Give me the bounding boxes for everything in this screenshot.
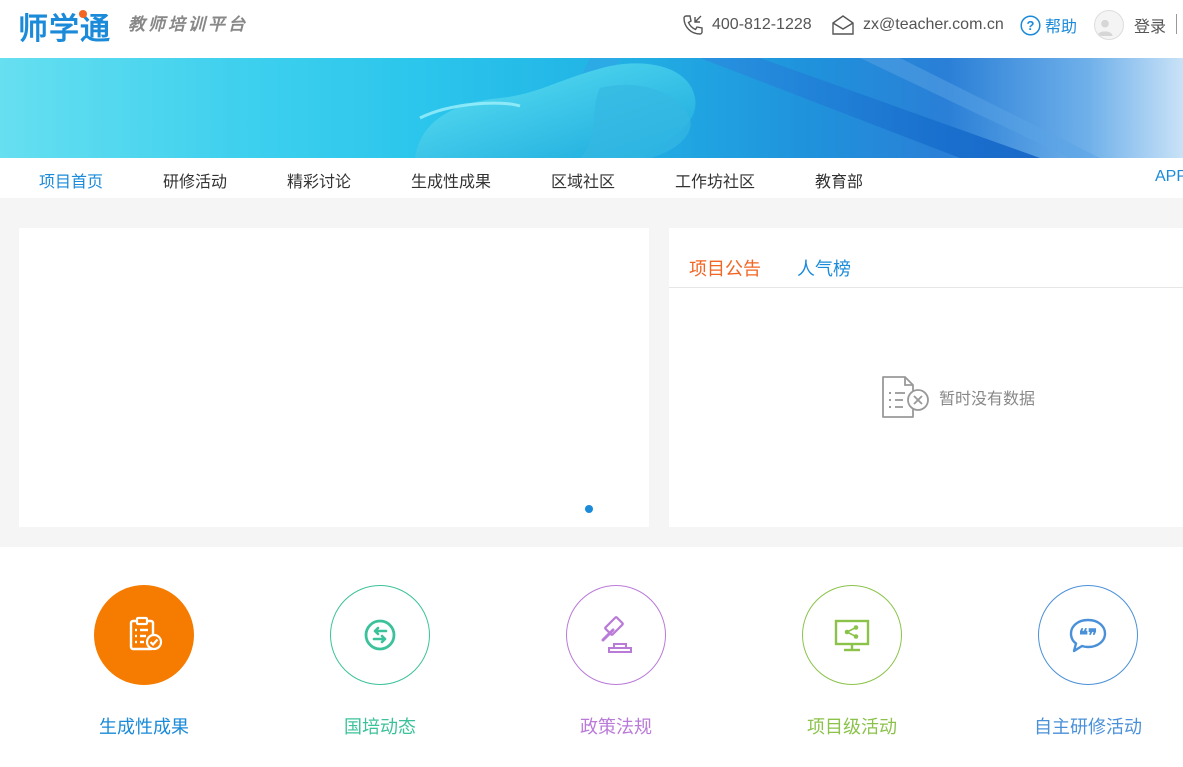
- main-nav: 项目首页 研修活动 精彩讨论 生成性成果 区域社区 工作坊社区 教育部 APP: [0, 158, 1183, 198]
- email-address[interactable]: zx@teacher.com.cn: [863, 16, 1004, 34]
- exchange-icon: [364, 619, 396, 651]
- quick-link-self-study[interactable]: ❝❞ 自主研修活动: [1008, 585, 1168, 739]
- help-link[interactable]: ? 帮助: [1020, 14, 1077, 36]
- nav-item-outcomes[interactable]: 生成性成果: [411, 168, 491, 192]
- quick-link-news[interactable]: 国培动态: [300, 585, 460, 739]
- logo-dot: [79, 10, 87, 18]
- avatar: [1094, 10, 1124, 40]
- quick-link-outcomes-circle: [94, 585, 194, 685]
- hero-banner: [0, 58, 1183, 158]
- gavel-icon: [601, 616, 632, 653]
- nav-item-regional-community[interactable]: 区域社区: [551, 168, 615, 192]
- question-circle-icon: ?: [1020, 14, 1041, 36]
- quick-link-self-study-circle: ❝❞: [1038, 585, 1138, 685]
- nav-item-workshop-community[interactable]: 工作坊社区: [675, 168, 755, 192]
- quick-link-project-activities-label: 项目级活动: [807, 717, 897, 737]
- empty-state: 暂时没有数据: [879, 373, 1035, 421]
- top-bar: 师学通 教师培训平台 400-812-1228 zx@teacher.com.c…: [0, 0, 1183, 58]
- mail-icon: [832, 15, 854, 35]
- empty-state-text: 暂时没有数据: [939, 391, 1036, 408]
- phone-contact: 400-812-1228: [682, 14, 812, 36]
- quick-link-project-activities-circle: [802, 585, 902, 685]
- tab-announcements[interactable]: 项目公告: [689, 255, 761, 281]
- monitor-share-icon: [834, 619, 870, 652]
- quick-link-policy-label: 政策法规: [580, 717, 652, 737]
- svg-text:❝❞: ❝❞: [1079, 626, 1097, 646]
- nav-item-ministry[interactable]: 教育部: [815, 168, 863, 192]
- site-slogan: 教师培训平台: [128, 15, 248, 35]
- quick-link-outcomes[interactable]: 生成性成果: [64, 585, 224, 739]
- quick-link-outcomes-label: 生成性成果: [99, 717, 189, 737]
- help-label: 帮助: [1045, 19, 1078, 36]
- quick-link-project-activities[interactable]: 项目级活动: [772, 585, 932, 739]
- login-label: 登录: [1134, 19, 1167, 36]
- empty-document-icon: [882, 376, 929, 418]
- nav-item-activities[interactable]: 研修活动: [163, 168, 227, 192]
- email-contact: zx@teacher.com.cn: [831, 14, 1004, 36]
- quick-link-policy[interactable]: 政策法规: [536, 585, 696, 739]
- banner-artwork: [415, 58, 1100, 158]
- svg-text:?: ?: [1027, 18, 1035, 33]
- carousel-indicator[interactable]: [585, 505, 593, 513]
- login-link[interactable]: 登录: [1094, 9, 1166, 41]
- nav-item-app[interactable]: APP: [1155, 168, 1183, 186]
- phone-number: 400-812-1228: [712, 16, 812, 33]
- notice-panel: 项目公告 人气榜 暂时没有数据: [669, 228, 1183, 527]
- quick-link-news-circle: [330, 585, 430, 685]
- notice-tabs: 项目公告 人气榜: [669, 228, 1183, 288]
- nav-item-discussions[interactable]: 精彩讨论: [287, 168, 351, 192]
- tab-popularity[interactable]: 人气榜: [797, 255, 851, 281]
- chat-quote-icon: ❝❞: [1069, 618, 1107, 653]
- nav-item-home[interactable]: 项目首页: [39, 168, 103, 192]
- quick-link-news-label: 国培动态: [344, 717, 416, 737]
- quick-link-self-study-label: 自主研修活动: [1034, 717, 1142, 737]
- user-icon: [1097, 19, 1113, 36]
- phone-icon: [683, 15, 703, 35]
- image-carousel[interactable]: [19, 228, 649, 527]
- clipboard-check-icon: [129, 616, 163, 651]
- quick-link-policy-circle: [566, 585, 666, 685]
- logo-text: 师学通: [18, 13, 111, 46]
- header-divider: [1176, 14, 1177, 34]
- site-logo[interactable]: 师学通: [18, 4, 111, 48]
- quick-links: 生成性成果 国培动态 政策法规 项目级活动 ❝❞ 自主研修活动: [0, 547, 1183, 767]
